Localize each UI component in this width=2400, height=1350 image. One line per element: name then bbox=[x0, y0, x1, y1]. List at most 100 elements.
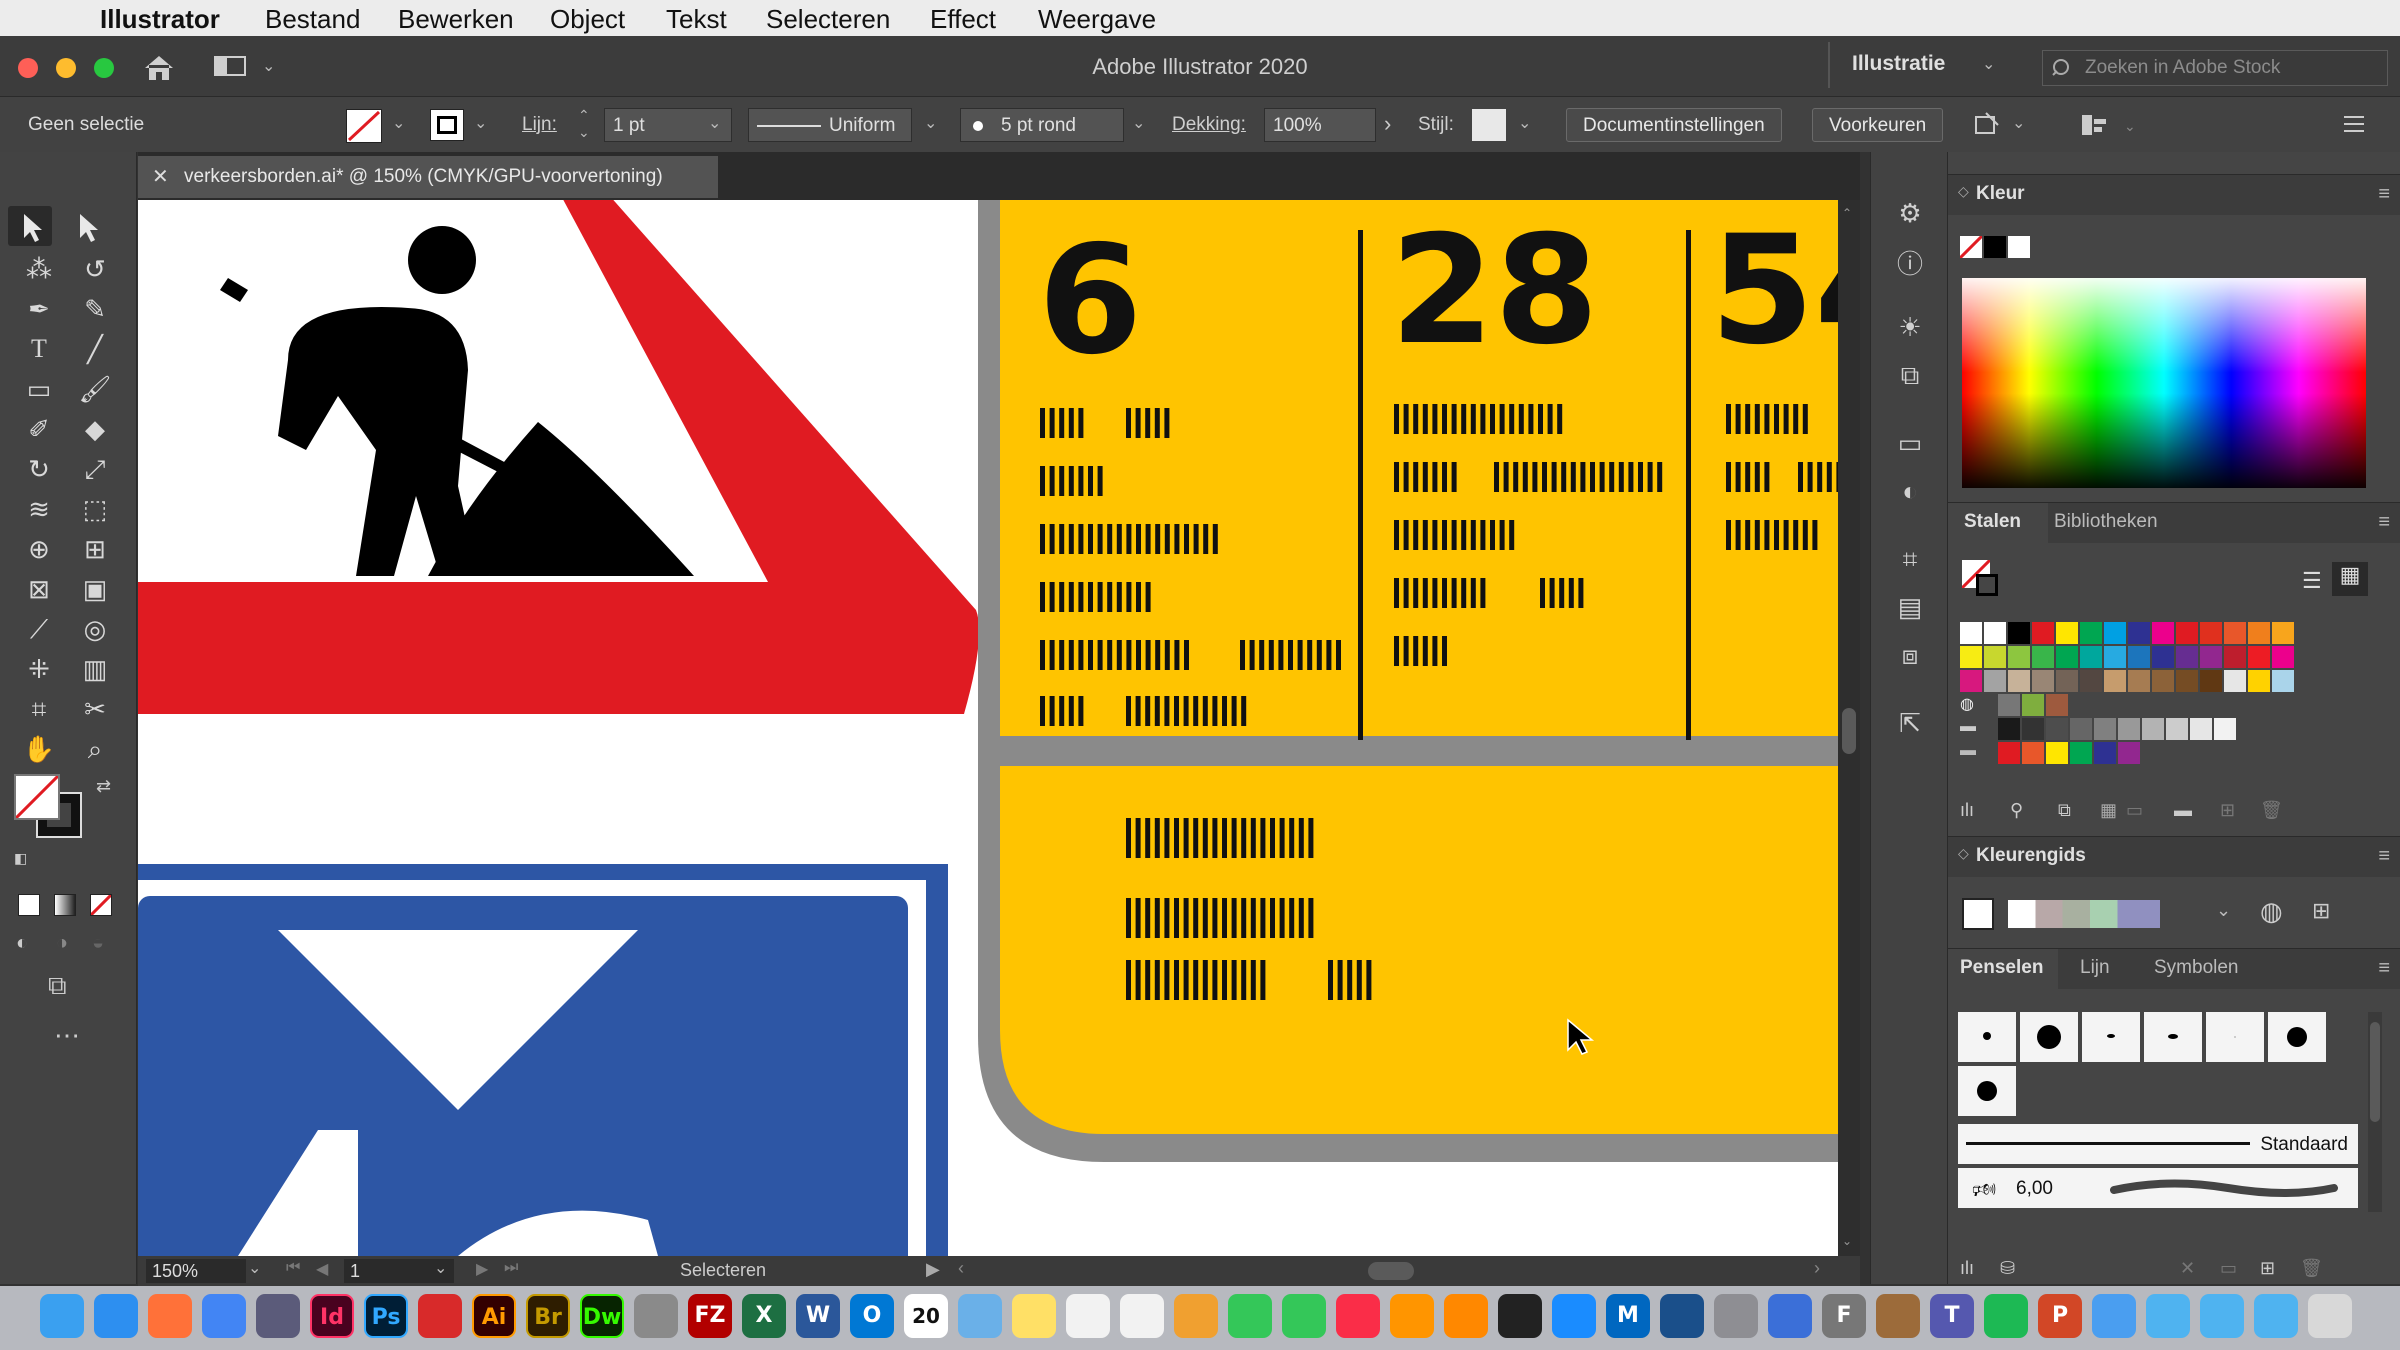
color-swatch[interactable] bbox=[2152, 622, 2174, 644]
color-swatch[interactable] bbox=[2248, 670, 2270, 692]
mesh-tool-icon[interactable]: ⊠ bbox=[22, 572, 56, 606]
dock-notes-icon[interactable] bbox=[1012, 1294, 1056, 1338]
color-swatch[interactable] bbox=[2022, 694, 2044, 716]
color-swatch[interactable] bbox=[2046, 694, 2068, 716]
dock-system-prefs-icon[interactable] bbox=[1714, 1294, 1758, 1338]
color-swatch[interactable] bbox=[2056, 622, 2078, 644]
color-swatch[interactable] bbox=[2214, 718, 2236, 740]
chevron-down-icon[interactable]: ⌄ bbox=[474, 113, 487, 133]
dock-app-m-icon[interactable]: M bbox=[1606, 1294, 1650, 1338]
dock-app-p-icon[interactable]: P bbox=[2038, 1294, 2082, 1338]
appearance-panel-icon[interactable]: ☀ bbox=[1895, 312, 1925, 342]
graph-tool-icon[interactable]: ▥ bbox=[78, 652, 112, 686]
brush-row-custom[interactable]: 🕬 6,00 bbox=[1958, 1168, 2358, 1208]
color-swatch[interactable] bbox=[2166, 718, 2188, 740]
align-panel-icon[interactable]: ▤ bbox=[1895, 592, 1925, 622]
color-swatch[interactable] bbox=[2224, 646, 2246, 668]
dock-app-dw-icon[interactable]: Dw bbox=[580, 1294, 624, 1338]
warp-tool-icon[interactable]: ≋ bbox=[22, 492, 56, 526]
brush-options-icon[interactable]: ▭ bbox=[2220, 1258, 2237, 1279]
color-swatch[interactable] bbox=[1984, 670, 2006, 692]
color-swatch[interactable] bbox=[2080, 646, 2102, 668]
color-swatch[interactable] bbox=[2248, 622, 2270, 644]
scroll-right-icon[interactable]: › bbox=[1814, 1258, 1820, 1279]
pen-tool-icon[interactable]: ✒ bbox=[22, 292, 56, 326]
properties-panel-icon[interactable]: ⚙ bbox=[1895, 198, 1925, 228]
save-color-group-icon[interactable]: ⊞ bbox=[2312, 898, 2330, 924]
color-spectrum[interactable] bbox=[1962, 278, 2366, 488]
color-swatch[interactable] bbox=[2152, 670, 2174, 692]
brush-row-standaard[interactable]: Standaard bbox=[1958, 1124, 2358, 1164]
dock-trash-icon[interactable] bbox=[2308, 1294, 2352, 1338]
rotate-tool-icon[interactable]: ↻ bbox=[22, 452, 56, 486]
brush-definition[interactable]: 5 pt rond bbox=[960, 108, 1124, 142]
menu-bewerken[interactable]: Bewerken bbox=[398, 4, 514, 35]
dock-firefox-icon[interactable] bbox=[148, 1294, 192, 1338]
document-tab[interactable]: ✕ verkeersborden.ai* @ 150% (CMYK/GPU-vo… bbox=[138, 156, 718, 198]
color-swatch[interactable] bbox=[2104, 646, 2126, 668]
close-tab-icon[interactable]: ✕ bbox=[152, 164, 169, 189]
color-swatch[interactable] bbox=[1998, 694, 2020, 716]
panel-menu-icon[interactable]: ≡ bbox=[2378, 183, 2390, 206]
grid-view-icon[interactable]: ▦ bbox=[2332, 562, 2368, 596]
color-swatch[interactable] bbox=[2032, 622, 2054, 644]
scroll-up-icon[interactable]: ⌃ bbox=[1842, 206, 1852, 220]
stroke-swatch[interactable] bbox=[430, 109, 464, 141]
status-menu-icon[interactable]: ▶ bbox=[926, 1259, 940, 1280]
brushes-panel-header[interactable]: Penselen Lijn Symbolen ≡ bbox=[1948, 948, 2400, 989]
perspective-grid-icon[interactable]: ⊞ bbox=[78, 532, 112, 566]
menu-effect[interactable]: Effect bbox=[930, 4, 996, 35]
chevron-down-icon[interactable]: ⌄ bbox=[1132, 113, 1145, 133]
dock-app-o-icon[interactable]: O bbox=[850, 1294, 894, 1338]
none-swatch[interactable] bbox=[1960, 236, 1982, 258]
opacity-label[interactable]: Dekking: bbox=[1172, 114, 1246, 136]
swatch-library-icon[interactable]: ılı bbox=[1960, 800, 1974, 821]
swap-fill-stroke-icon[interactable]: ⇄ bbox=[96, 776, 111, 797]
fill-none-swatch[interactable] bbox=[346, 109, 382, 143]
stroke-tab[interactable]: Lijn bbox=[2080, 957, 2110, 979]
eyedropper-icon[interactable]: ⟋ bbox=[22, 612, 56, 646]
menu-bestand[interactable]: Bestand bbox=[265, 4, 360, 35]
brushes-scrollbar[interactable] bbox=[2368, 1012, 2382, 1212]
draw-normal-icon[interactable]: ◐ bbox=[16, 932, 28, 955]
dock-acrobat-icon[interactable] bbox=[418, 1294, 462, 1338]
magic-wand-icon[interactable]: ⁂ bbox=[22, 252, 56, 286]
swatch-grid[interactable]: ◍ ▬ ▬ bbox=[1960, 622, 2380, 764]
new-swatch-icon[interactable]: ⊞ bbox=[2220, 800, 2235, 821]
pattern-swatch-icon[interactable]: ◍ bbox=[1960, 694, 1982, 716]
collapse-icon[interactable]: ◇ bbox=[1958, 183, 1969, 200]
scrollbar-thumb[interactable] bbox=[1842, 708, 1856, 754]
artboard-canvas[interactable]: 6 28 54 bbox=[138, 200, 1838, 1256]
stroke-stepper[interactable]: ⌃ ⌄ bbox=[578, 107, 590, 141]
panel-menu-icon[interactable]: ≡ bbox=[2378, 511, 2390, 534]
shaper-tool-icon[interactable]: ✐ bbox=[22, 412, 56, 446]
panel-menu-icon[interactable]: ≡ bbox=[2378, 957, 2390, 980]
color-guide-header[interactable]: ◇ Kleurengids ≡ bbox=[1948, 836, 2400, 877]
preferences-button[interactable]: Voorkeuren bbox=[1812, 108, 1944, 142]
hand-tool-icon[interactable]: ✋ bbox=[22, 732, 56, 766]
color-swatch[interactable] bbox=[2070, 742, 2092, 764]
gradient-mode-icon[interactable] bbox=[54, 894, 76, 916]
scale-tool-icon[interactable]: ⤢ bbox=[78, 452, 112, 486]
folder-icon[interactable]: ▬ bbox=[1960, 718, 1982, 740]
show-kinds-icon[interactable]: ⚲ bbox=[2010, 800, 2023, 821]
info-panel-icon[interactable]: ⓘ bbox=[1895, 244, 1925, 279]
brush-tile[interactable] bbox=[2268, 1012, 2326, 1062]
color-swatch[interactable] bbox=[1984, 646, 2006, 668]
dock-quicktime-icon[interactable] bbox=[1660, 1294, 1704, 1338]
color-mode-icon[interactable] bbox=[18, 894, 40, 916]
dock-safari-icon[interactable] bbox=[94, 1294, 138, 1338]
dock-launchpad-icon[interactable] bbox=[256, 1294, 300, 1338]
color-swatch[interactable] bbox=[2056, 670, 2078, 692]
dock-rocket-icon[interactable] bbox=[634, 1294, 678, 1338]
horizontal-scrollbar-thumb[interactable] bbox=[1368, 1262, 1414, 1280]
color-swatch[interactable] bbox=[2142, 718, 2164, 740]
lasso-icon[interactable]: ↺ bbox=[78, 252, 112, 286]
color-swatch[interactable] bbox=[2104, 622, 2126, 644]
color-swatch[interactable] bbox=[1984, 622, 2006, 644]
prev-artboard-icon[interactable]: ◀ bbox=[316, 1259, 328, 1279]
brushes-tab[interactable]: Penselen bbox=[1960, 957, 2043, 979]
brush-tile[interactable] bbox=[2206, 1012, 2264, 1062]
new-brush-icon[interactable]: ⊞ bbox=[2260, 1258, 2275, 1279]
color-swatch[interactable] bbox=[2248, 646, 2270, 668]
